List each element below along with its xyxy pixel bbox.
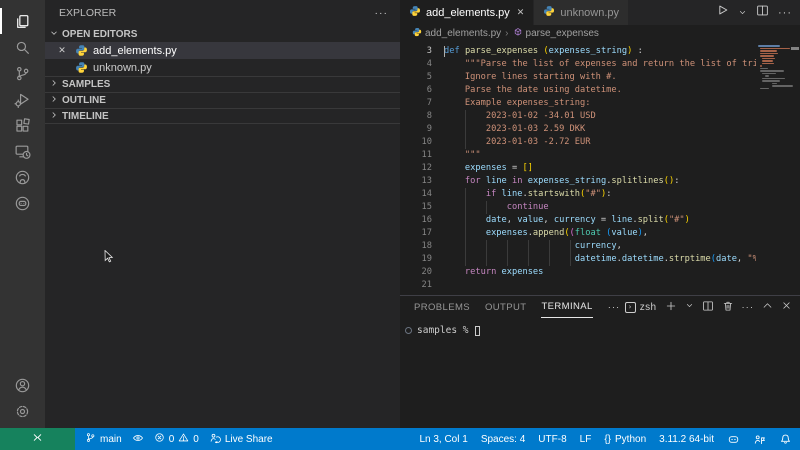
copilot-status-icon[interactable] xyxy=(727,433,740,446)
branch-icon xyxy=(85,432,96,446)
launch-profile-button[interactable]: › zsh xyxy=(625,302,657,313)
eol-status[interactable]: LF xyxy=(580,434,592,445)
vscode-window: EXPLORER ··· OPEN EDITORS ✕ add_elements… xyxy=(0,0,800,450)
python-file-icon xyxy=(543,5,555,20)
python-file-icon xyxy=(409,5,421,20)
chevron-down-icon xyxy=(49,28,59,41)
run-dropdown-chevron-icon[interactable] xyxy=(738,4,747,22)
warning-icon xyxy=(178,432,189,446)
remote-icon xyxy=(31,431,44,447)
tab-bar: add_elements.py ✕ unknown.py ··· xyxy=(400,0,800,25)
braces-icon: {} xyxy=(604,434,611,445)
remote-explorer-icon[interactable] xyxy=(0,138,45,164)
settings-gear-icon[interactable] xyxy=(0,398,45,424)
new-terminal-icon[interactable] xyxy=(665,300,677,315)
live-share-status[interactable]: Live Share xyxy=(209,432,273,447)
maximize-panel-icon[interactable] xyxy=(762,300,773,314)
github-icon[interactable] xyxy=(0,164,45,190)
problems-status[interactable]: 0 0 xyxy=(154,432,199,446)
split-terminal-icon[interactable] xyxy=(702,300,714,315)
python-file-icon xyxy=(75,44,88,57)
terminal-cursor xyxy=(475,326,480,336)
cursor-line-marker xyxy=(791,47,799,50)
remote-indicator[interactable] xyxy=(0,428,75,450)
notifications-bell-icon[interactable] xyxy=(779,433,792,446)
chevron-right-icon xyxy=(49,94,59,107)
explorer-icon[interactable] xyxy=(0,8,45,34)
error-icon xyxy=(154,432,165,446)
chevron-right-icon xyxy=(49,78,59,91)
tab-output[interactable]: OUTPUT xyxy=(485,296,526,318)
profile-chevron-icon[interactable] xyxy=(685,301,694,313)
breadcrumb-separator: › xyxy=(505,28,508,39)
branch-status[interactable]: main xyxy=(85,432,122,446)
code-lines: 3def parse_expenses (expenses_string) :4… xyxy=(400,45,756,292)
tab-problems[interactable]: PROBLEMS xyxy=(414,296,470,318)
bottom-panel: PROBLEMS OUTPUT TERMINAL ··· › zsh ··· s… xyxy=(400,295,800,428)
tab-unknown[interactable]: unknown.py xyxy=(534,0,629,25)
tab-add-elements[interactable]: add_elements.py ✕ xyxy=(400,0,534,25)
minimap[interactable] xyxy=(756,42,790,295)
terminal-content[interactable]: samples % xyxy=(405,325,800,336)
open-editors-header[interactable]: OPEN EDITORS xyxy=(45,26,400,42)
split-editor-icon[interactable] xyxy=(756,4,769,22)
source-control-icon[interactable] xyxy=(0,60,45,86)
symbol-method-icon xyxy=(513,27,523,40)
python-interpreter-status[interactable]: 3.11.2 64-bit xyxy=(659,434,714,445)
language-mode-status[interactable]: {} Python xyxy=(604,434,646,445)
live-share-icon xyxy=(209,432,221,447)
activity-bar xyxy=(0,0,45,428)
editor-group: add_elements.py ✕ unknown.py ··· add_ele… xyxy=(400,0,800,295)
eye-icon xyxy=(132,432,144,447)
feedback-icon[interactable] xyxy=(753,433,766,446)
section-samples[interactable]: SAMPLES xyxy=(45,76,400,92)
run-and-debug-icon[interactable] xyxy=(0,86,45,112)
extensions-icon[interactable] xyxy=(0,112,45,138)
status-bar: main 0 0 Live Share Ln 3, Col 1 Spaces: … xyxy=(0,428,800,450)
chevron-right-icon xyxy=(49,110,59,123)
python-file-icon xyxy=(75,61,88,74)
more-actions-icon[interactable]: ··· xyxy=(778,7,792,19)
cursor-position-status[interactable]: Ln 3, Col 1 xyxy=(419,434,467,445)
encoding-status[interactable]: UTF-8 xyxy=(538,434,566,445)
breadcrumb-symbol[interactable]: parse_expenses xyxy=(513,27,599,40)
section-timeline[interactable]: TIMELINE xyxy=(45,108,400,124)
indentation-status[interactable]: Spaces: 4 xyxy=(481,434,525,445)
mouse-cursor xyxy=(104,250,116,269)
terminal-icon: › xyxy=(625,302,636,313)
section-outline[interactable]: OUTLINE xyxy=(45,92,400,108)
panel-more-actions-icon[interactable]: ··· xyxy=(742,302,755,313)
panel-more-tabs-icon[interactable]: ··· xyxy=(608,302,621,313)
close-panel-icon[interactable] xyxy=(781,300,792,314)
close-icon[interactable]: ✕ xyxy=(55,45,69,56)
command-decoration-icon xyxy=(405,327,412,334)
overview-ruler[interactable] xyxy=(790,42,800,295)
sidebar-title: EXPLORER xyxy=(59,7,116,19)
code-area[interactable]: 3def parse_expenses (expenses_string) :4… xyxy=(400,42,800,295)
run-button[interactable] xyxy=(715,3,729,22)
kill-terminal-icon[interactable] xyxy=(722,300,734,315)
tab-terminal[interactable]: TERMINAL xyxy=(541,296,592,318)
python-file-icon xyxy=(412,27,422,40)
breadcrumb-file[interactable]: add_elements.py xyxy=(412,27,501,40)
terminal-prompt: samples % xyxy=(417,325,468,336)
close-icon[interactable]: ✕ xyxy=(517,7,525,18)
account-icon[interactable] xyxy=(0,372,45,398)
search-icon[interactable] xyxy=(0,34,45,60)
panel-tab-bar: PROBLEMS OUTPUT TERMINAL ··· › zsh ··· xyxy=(400,296,800,318)
copilot-chat-icon[interactable] xyxy=(0,190,45,216)
breadcrumb: add_elements.py › parse_expenses xyxy=(400,25,800,42)
eye-status[interactable] xyxy=(132,432,144,447)
sidebar-explorer: EXPLORER ··· OPEN EDITORS ✕ add_elements… xyxy=(45,0,400,428)
open-editor-item-unknown[interactable]: unknown.py xyxy=(45,59,400,76)
sidebar-more-actions-icon[interactable]: ··· xyxy=(375,7,389,19)
open-editor-item-add-elements[interactable]: ✕ add_elements.py xyxy=(45,42,400,59)
